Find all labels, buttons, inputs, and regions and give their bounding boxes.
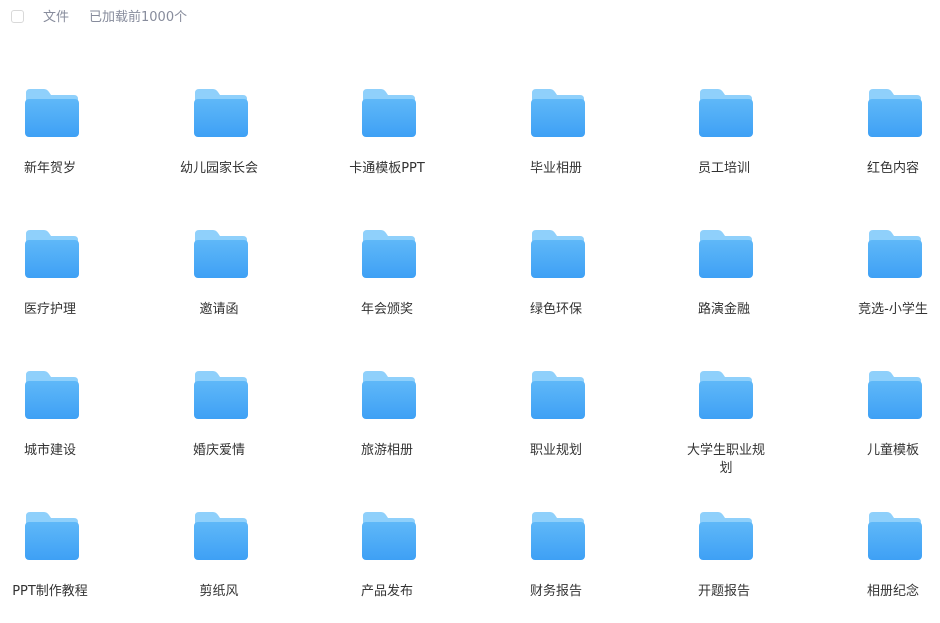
folder-item[interactable]: 新年贺岁 xyxy=(0,70,130,200)
folder-icon xyxy=(530,88,586,138)
folder-icon xyxy=(24,229,80,279)
folder-item[interactable]: 医疗护理 xyxy=(0,211,130,341)
folder-name: 旅游相册 xyxy=(360,443,413,458)
folder-icon xyxy=(867,88,923,138)
folder-name: 医疗护理 xyxy=(23,302,76,317)
folder-item[interactable]: 绿色环保 xyxy=(476,211,636,341)
folder-name: 婚庆爱情 xyxy=(192,443,245,458)
folder-item[interactable]: 路演金融 xyxy=(644,211,804,341)
folder-name: 大学生职业规划 xyxy=(686,443,765,476)
folder-item[interactable]: 婚庆爱情 xyxy=(139,352,299,482)
folder-item[interactable]: 红色内容 xyxy=(813,70,940,200)
folder-item[interactable]: 旅游相册 xyxy=(307,352,467,482)
folder-name: 员工培训 xyxy=(697,161,750,176)
folder-icon xyxy=(361,229,417,279)
folder-item[interactable]: 年会颁奖 xyxy=(307,211,467,341)
folder-name: 产品发布 xyxy=(360,584,413,599)
folder-item[interactable]: 毕业相册 xyxy=(476,70,636,200)
select-all-checkbox[interactable] xyxy=(11,10,24,23)
folder-item[interactable]: 员工培训 xyxy=(644,70,804,200)
folder-icon xyxy=(193,229,249,279)
folder-icon xyxy=(193,88,249,138)
folder-icon xyxy=(530,370,586,420)
folder-icon xyxy=(867,511,923,561)
folder-item[interactable]: PPT制作教程 xyxy=(0,493,130,623)
folder-icon xyxy=(24,511,80,561)
folder-icon xyxy=(867,229,923,279)
folder-name: 绿色环保 xyxy=(529,302,582,317)
folder-name: 年会颁奖 xyxy=(360,302,413,317)
file-list-header: 文件 已加载前1000个 xyxy=(0,0,940,36)
folder-name: 职业规划 xyxy=(529,443,582,458)
folder-icon xyxy=(867,370,923,420)
folder-name: 红色内容 xyxy=(866,161,919,176)
folder-icon xyxy=(361,88,417,138)
folder-item[interactable]: 邀请函 xyxy=(139,211,299,341)
folder-name: 城市建设 xyxy=(23,443,76,458)
folder-name: PPT制作教程 xyxy=(12,584,88,599)
folder-name: 毕业相册 xyxy=(529,161,582,176)
folder-item[interactable]: 剪纸风 xyxy=(139,493,299,623)
folder-name: 儿童模板 xyxy=(866,443,919,458)
folder-icon xyxy=(698,370,754,420)
folder-item[interactable]: 大学生职业规划 xyxy=(644,352,804,482)
folder-icon xyxy=(24,370,80,420)
folder-icon xyxy=(698,511,754,561)
folder-name: 竞选-小学生 xyxy=(858,302,928,317)
folder-icon xyxy=(193,511,249,561)
folder-icon xyxy=(361,511,417,561)
folder-name: 路演金融 xyxy=(697,302,750,317)
folder-icon xyxy=(698,88,754,138)
folder-name: 卡通模板PPT xyxy=(349,161,425,176)
folder-item[interactable]: 相册纪念 xyxy=(813,493,940,623)
folder-item[interactable]: 财务报告 xyxy=(476,493,636,623)
folder-icon xyxy=(361,370,417,420)
folder-item[interactable]: 职业规划 xyxy=(476,352,636,482)
folder-icon xyxy=(698,229,754,279)
loaded-count-text: 已加载前1000个 xyxy=(89,10,188,25)
folder-item[interactable]: 儿童模板 xyxy=(813,352,940,482)
folder-name: 幼儿园家长会 xyxy=(179,161,258,176)
folder-item[interactable]: 幼儿园家长会 xyxy=(139,70,299,200)
folder-icon xyxy=(24,88,80,138)
folder-name: 相册纪念 xyxy=(866,584,919,599)
folder-grid: 新年贺岁 幼儿园家长会 卡通模板PPT 毕业相册 员工培训 红色内容医疗护理 邀请函 年会颁奖… xyxy=(0,70,940,615)
folder-icon xyxy=(193,370,249,420)
folder-icon xyxy=(530,511,586,561)
folder-name: 新年贺岁 xyxy=(23,161,76,176)
folder-item[interactable]: 开题报告 xyxy=(644,493,804,623)
folder-name: 财务报告 xyxy=(529,584,582,599)
folder-item[interactable]: 城市建设 xyxy=(0,352,130,482)
folder-icon xyxy=(530,229,586,279)
folder-name: 开题报告 xyxy=(697,584,750,599)
folder-name: 剪纸风 xyxy=(199,584,239,599)
folder-name: 邀请函 xyxy=(199,302,239,317)
column-label: 文件 xyxy=(43,10,70,25)
folder-item[interactable]: 产品发布 xyxy=(307,493,467,623)
folder-item[interactable]: 卡通模板PPT xyxy=(307,70,467,200)
folder-item[interactable]: 竞选-小学生 xyxy=(813,211,940,341)
